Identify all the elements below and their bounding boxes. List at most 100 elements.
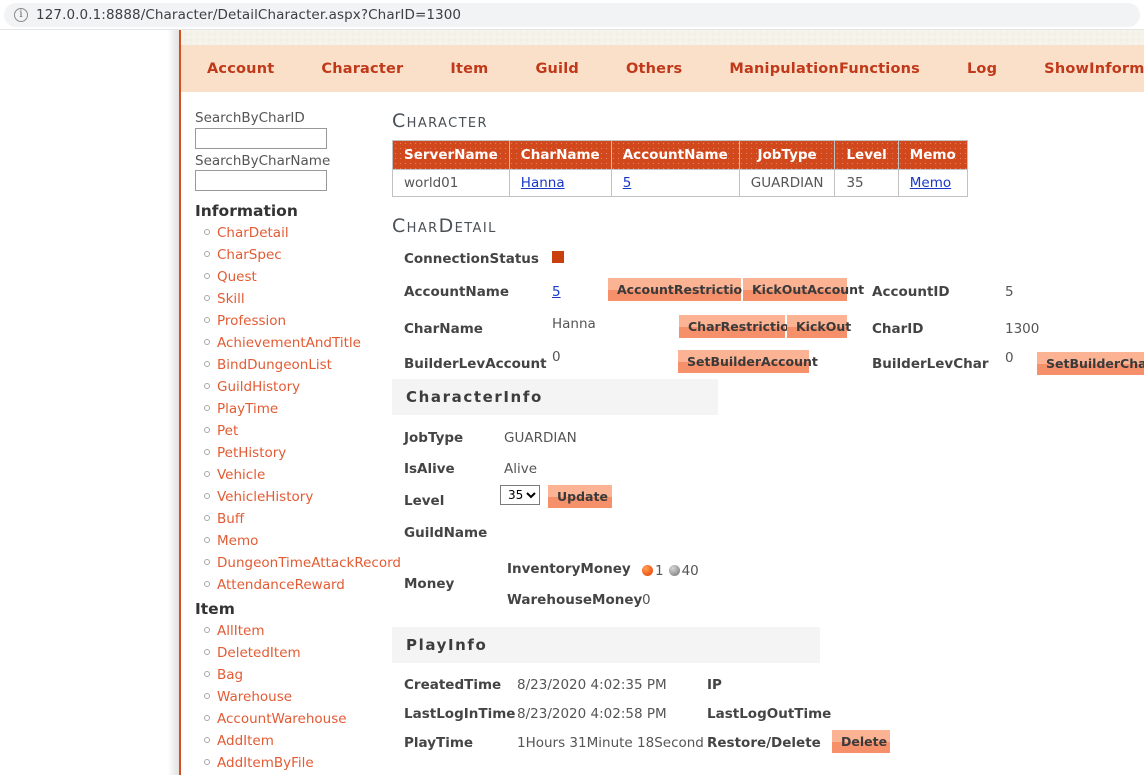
accountname-value-link[interactable]: 5 [552,284,561,300]
accountname-link[interactable]: 5 [623,175,632,191]
list-item: CharDetail [204,224,377,241]
sidebar-item-skill[interactable]: Skill [217,291,245,307]
nav-item-character[interactable]: Character [321,61,403,77]
address-bar[interactable]: i 127.0.0.1:8888/Character/DetailCharact… [4,2,1140,27]
sidebar-item-chardetail[interactable]: CharDetail [217,225,289,241]
list-item: PetHistory [204,444,377,461]
list-item: AllItem [204,622,377,639]
value-accountid: 5 [1005,284,1014,300]
sidebar-item-attendancereward[interactable]: AttendanceReward [217,577,345,593]
connection-status-indicator [552,251,564,263]
list-item: Bag [204,666,377,683]
value-accountname: 5 [552,284,561,300]
set-builder-char-button[interactable]: SetBuilderChar [1037,352,1144,375]
sidebar-item-profession[interactable]: Profession [217,313,286,329]
sidebar-item-vehicle[interactable]: Vehicle [217,467,265,483]
sidebar-item-allitem[interactable]: AllItem [217,623,264,639]
sidebar-item-achievementandtitle[interactable]: AchievementAndTitle [217,335,361,351]
table-row: world01 Hanna 5 GUARDIAN 35 Memo [392,169,968,197]
value-warehousemoney: 0 [642,592,651,608]
account-restriction-button[interactable]: AccountRestriction [608,278,751,301]
list-item: AddItemByFile [204,754,377,771]
label-charid: CharID [872,321,924,337]
characterinfo-grid: JobType GUARDIAN IsAlive Alive Level 35 … [392,415,1144,611]
kick-out-button[interactable]: KickOut [787,315,851,338]
list-item: Pet [204,422,377,439]
label-charname: CharName [404,321,483,337]
sidebar-item-pet[interactable]: Pet [217,423,238,439]
nav-item-log[interactable]: Log [967,61,997,77]
memo-link[interactable]: Memo [910,175,951,191]
nav-item-manipulationfunctions[interactable]: ManipulationFunctions [729,61,920,77]
detail-panel: Character ServerName CharName AccountNam… [377,110,1144,775]
label-jobtype: JobType [404,430,464,446]
nav-item-account[interactable]: Account [207,61,274,77]
sidebar-item-warehouse[interactable]: Warehouse [217,689,292,705]
label-inventorymoney: InventoryMoney [507,561,631,577]
sidebar-item-dungeontimeattackrecord[interactable]: DungeonTimeAttackRecord [217,555,401,571]
nav-item-guild[interactable]: Guild [535,61,579,77]
sidebar-item-accountwarehouse[interactable]: AccountWarehouse [217,711,347,727]
value-createdtime: 8/23/2020 4:02:35 PM [517,677,667,693]
search-by-charid-label: SearchByCharID [195,110,305,126]
list-item: PlayTime [204,400,377,417]
value-isalive: Alive [504,461,538,477]
level-select[interactable]: 35 [500,485,540,505]
search-by-charname-input[interactable] [195,170,327,191]
sidebar-item-buff[interactable]: Buff [217,511,244,527]
sidebar-item-deleteditem[interactable]: DeletedItem [217,645,301,661]
page-gutter-shadow [168,30,179,775]
character-table: ServerName CharName AccountName JobType … [392,140,968,197]
sidebar-item-list: AllItem DeletedItem Bag Warehouse Accoun… [195,622,377,775]
sidebar-item-additem[interactable]: AddItem [217,733,274,749]
char-restriction-button[interactable]: CharRestriction [679,315,798,338]
label-isalive: IsAlive [404,461,455,477]
info-circle-icon[interactable]: i [14,7,28,22]
label-restore-delete: Restore/Delete [707,735,821,751]
page-body: Account Character Item Guild Others Mani… [0,30,1144,775]
sidebar-item-playtime[interactable]: PlayTime [217,401,278,417]
section-title-chardetail: CharDetail [392,215,497,237]
sidebar-item-additembyfile[interactable]: AddItemByFile [217,755,314,771]
update-button[interactable]: Update [548,485,612,508]
delete-button[interactable]: Delete [832,730,890,753]
label-createdtime: CreatedTime [404,677,502,693]
label-connectionstatus: ConnectionStatus [404,251,539,267]
nav-item-showinformation[interactable]: ShowInformation [1044,61,1144,77]
cell-level: 35 [834,169,899,197]
section-header-characterinfo: CharacterInfo [392,379,718,415]
list-item: DungeonTimeAttackRecord [204,554,401,571]
set-builder-account-button[interactable]: SetBuilderAccount [678,350,818,373]
sidebar-item-charspec[interactable]: CharSpec [217,247,282,263]
label-warehousemoney: WarehouseMoney [507,592,643,608]
sidebar-item-memo[interactable]: Memo [217,533,258,549]
nav-item-others[interactable]: Others [626,61,682,77]
column-header-accountname: AccountName [610,140,740,170]
charname-link[interactable]: Hanna [521,175,565,191]
sidebar-item-pethistory[interactable]: PetHistory [217,445,286,461]
main-area: SearchByCharID SearchByCharName Informat… [181,92,1144,775]
sidebar-item-guildhistory[interactable]: GuildHistory [217,379,300,395]
sidebar-heading-item: Item [195,600,235,618]
sidebar-item-quest[interactable]: Quest [217,269,257,285]
nav-item-item[interactable]: Item [450,61,488,77]
sidebar-heading-information: Information [195,202,298,220]
sidebar-item-bag[interactable]: Bag [217,667,243,683]
cell-jobtype: GUARDIAN [738,169,836,197]
label-accountid: AccountID [872,284,950,300]
list-item: Memo [204,532,377,549]
section-header-playinfo: PlayInfo [392,627,820,663]
list-item: DeletedItem [204,644,377,661]
value-builderlevchar: 0 [1005,350,1014,366]
playinfo-grid: CreatedTime 8/23/2020 4:02:35 PM IP Last… [392,663,1144,763]
main-navigation: Account Character Item Guild Others Mani… [181,45,1144,92]
label-builderlevaccount: BuilderLevAccount [404,356,547,372]
list-item: AchievementAndTitle [204,334,377,351]
label-level: Level [404,493,445,509]
list-item: AccountWarehouse [204,710,377,727]
sidebar-item-binddungeonlist[interactable]: BindDungeonList [217,357,332,373]
kick-out-account-button[interactable]: KickOutAccount [743,278,864,301]
search-by-charid-input[interactable] [195,127,327,149]
sidebar-item-vehiclehistory[interactable]: VehicleHistory [217,489,313,505]
page-title-character: Character [392,110,488,132]
